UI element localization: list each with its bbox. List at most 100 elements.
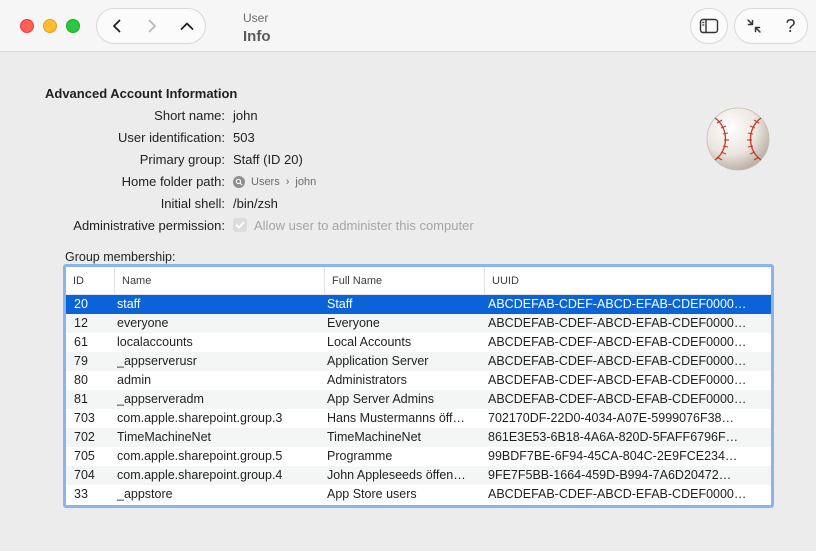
table-row[interactable]: 61 localaccounts Local Accounts ABCDEFAB-CD… <box>66 333 771 352</box>
table-row[interactable]: 702 TimeMachineNet TimeMachineNet 861E3E53-… <box>66 428 771 447</box>
column-header-uuid[interactable]: UUID <box>484 267 771 295</box>
cell-uuid: 861E3E53-6B18-4A6A-820D-5FAFF6796F… <box>488 430 739 444</box>
home-path-control[interactable]: Users › john <box>233 173 316 191</box>
cell-full-name: Everyone <box>327 316 380 330</box>
field-short-name: Short name: john <box>0 107 700 125</box>
shell-value: /bin/zsh <box>233 196 278 211</box>
cell-uuid: ABCDEFAB-CDEF-ABCD-EFAB-CDEF0000… <box>488 354 747 368</box>
sidebar-toggle-button[interactable] <box>690 8 728 44</box>
admin-checkbox-label: Allow user to administer this computer <box>254 218 474 233</box>
cell-uuid: ABCDEFAB-CDEF-ABCD-EFAB-CDEF0000… <box>488 297 747 311</box>
table-header: ID Name Full Name UUID <box>66 267 771 295</box>
field-primary-group: Primary group: Staff (ID 20) <box>0 151 700 169</box>
zoom-window-button[interactable] <box>66 19 80 33</box>
cell-uuid: ABCDEFAB-CDEF-ABCD-EFAB-CDEF0000… <box>488 335 747 349</box>
cell-uuid: ABCDEFAB-CDEF-ABCD-EFAB-CDEF0000… <box>488 392 747 406</box>
cell-uuid: 99BDF7BE-6F94-45CA-804C-2E9FCE234… <box>488 449 738 463</box>
cell-name: TimeMachineNet <box>117 430 212 444</box>
cell-full-name: Application Server <box>327 354 429 368</box>
path-segment-user: john <box>295 176 317 188</box>
cell-uuid: 702170DF-22D0-4034-A07E-5999076F38… <box>488 411 734 425</box>
cell-uuid: ABCDEFAB-CDEF-ABCD-EFAB-CDEF0000… <box>488 373 747 387</box>
column-header-name[interactable]: Name <box>114 267 324 295</box>
column-header-id[interactable]: ID <box>66 267 114 295</box>
checkmark-icon <box>235 221 245 229</box>
back-button[interactable] <box>99 9 135 43</box>
group-membership-label: Group membership: <box>65 250 176 264</box>
cell-id: 33 <box>74 487 88 501</box>
cell-uuid: ABCDEFAB-CDEF-ABCD-EFAB-CDEF0000… <box>488 487 747 501</box>
field-label: Short name: <box>154 108 225 123</box>
cell-uuid: 9FE7F5BB-1664-459D-B994-7A6D20472… <box>488 468 732 482</box>
cell-full-name: App Store users <box>327 487 417 501</box>
cell-id: 702 <box>74 430 95 444</box>
cell-id: 80 <box>74 373 88 387</box>
cell-name: everyone <box>117 316 169 330</box>
table-row[interactable]: 33 _appstore App Store users ABCDEFAB-CDEF-… <box>66 485 771 504</box>
cell-id: 20 <box>74 297 88 311</box>
chevron-right-icon <box>148 19 156 33</box>
path-separator-icon: › <box>285 176 290 188</box>
primary-group-value: Staff (ID 20) <box>233 152 303 167</box>
table-row[interactable]: 12 everyone Everyone ABCDEFAB-CDEF-ABCD-EFA… <box>66 314 771 333</box>
collapse-button[interactable] <box>735 9 772 43</box>
table-row[interactable]: 20 staff Staff ABCDEFAB-CDEF-ABCD-EFAB-CDEF… <box>66 295 771 314</box>
table-row[interactable]: 704 com.apple.sharepoint.group.4 John Appl… <box>66 466 771 485</box>
cell-id: 705 <box>74 449 95 463</box>
baseball-icon[interactable] <box>705 106 771 172</box>
field-home-folder: Home folder path: Users › john <box>0 173 700 191</box>
cell-id: 704 <box>74 468 95 482</box>
user-id-value: 503 <box>233 130 255 145</box>
app-window: User Info ? Advanced Account Information… <box>0 0 816 551</box>
cell-name: localaccounts <box>117 335 193 349</box>
cell-id: 81 <box>74 392 88 406</box>
cell-name: _appstore <box>117 487 173 501</box>
help-button[interactable]: ? <box>772 9 809 43</box>
collapse-arrows-icon <box>746 19 761 33</box>
cell-full-name: Administrators <box>327 373 407 387</box>
cell-id: 79 <box>74 354 88 368</box>
navigation-group <box>96 8 206 44</box>
cell-name: com.apple.sharepoint.group.4 <box>117 468 283 482</box>
table-body: 20 staff Staff ABCDEFAB-CDEF-ABCD-EFAB-CDEF… <box>66 295 771 504</box>
cell-full-name: John Appleseeds öffen… <box>327 468 466 482</box>
close-window-button[interactable] <box>20 19 34 33</box>
table-row[interactable]: 80 admin Administrators ABCDEFAB-CDEF-ABCD-… <box>66 371 771 390</box>
table-row[interactable]: 81 _appserveradm App Server Admins ABCDEFAB… <box>66 390 771 409</box>
cell-name: _appserveradm <box>117 392 204 406</box>
field-label: Primary group: <box>139 152 225 167</box>
field-label: User identification: <box>118 130 225 145</box>
cell-full-name: Local Accounts <box>327 335 412 349</box>
field-label: Home folder path: <box>121 174 225 189</box>
cell-id: 703 <box>74 411 95 425</box>
cell-full-name: TimeMachineNet <box>327 430 422 444</box>
cell-name: _appserverusr <box>117 354 197 368</box>
field-admin-permission: Administrative permission: Allow user to… <box>0 217 700 235</box>
forward-button[interactable] <box>134 9 170 43</box>
window-title: Info <box>243 28 271 45</box>
table-row[interactable]: 703 com.apple.sharepoint.group.3 Hans Must… <box>66 409 771 428</box>
column-header-full-name[interactable]: Full Name <box>324 267 488 295</box>
table-row[interactable]: 79 _appserverusr Application Server ABCDEFA… <box>66 352 771 371</box>
cell-name: admin <box>117 373 152 387</box>
section-title: Advanced Account Information <box>45 86 238 101</box>
cell-name: com.apple.sharepoint.group.3 <box>117 411 283 425</box>
view-actions-group: ? <box>734 8 808 44</box>
up-button[interactable] <box>169 9 205 43</box>
table-row[interactable]: 705 com.apple.sharepoint.group.5 Programme… <box>66 447 771 466</box>
cell-id: 12 <box>74 316 88 330</box>
field-label: Initial shell: <box>160 196 225 211</box>
field-user-id: User identification: 503 <box>0 129 700 147</box>
admin-checkbox-control[interactable]: Allow user to administer this computer <box>233 217 474 235</box>
minimize-window-button[interactable] <box>43 19 57 33</box>
window-breadcrumb: User <box>243 11 269 25</box>
cell-uuid: ABCDEFAB-CDEF-ABCD-EFAB-CDEF0000… <box>488 316 747 330</box>
cell-id: 61 <box>74 335 88 349</box>
group-membership-table[interactable]: ID Name Full Name UUID 20 staff Staff ABCDE… <box>63 264 774 508</box>
cell-name: staff <box>117 297 141 311</box>
chevron-left-icon <box>113 19 121 33</box>
admin-checkbox[interactable] <box>233 218 247 232</box>
chevron-up-icon <box>180 22 194 30</box>
magnifier-icon <box>233 176 245 188</box>
cell-full-name: App Server Admins <box>327 392 434 406</box>
